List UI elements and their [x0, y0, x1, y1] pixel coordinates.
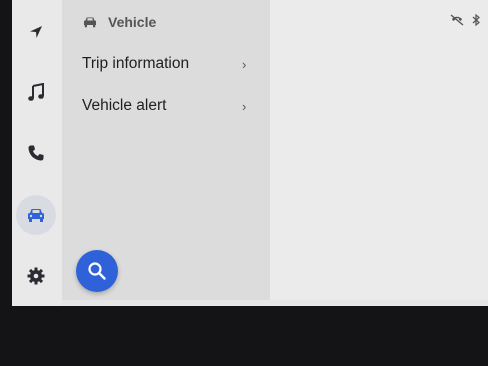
content-area: [270, 0, 488, 300]
search-button[interactable]: [76, 250, 118, 292]
chevron-right-icon: ›: [242, 56, 247, 72]
menu-item-trip-information[interactable]: Trip information ›: [62, 46, 270, 82]
status-bar: [450, 14, 480, 26]
menu-item-vehicle-alert[interactable]: Vehicle alert ›: [62, 88, 270, 124]
car-icon: [84, 17, 96, 28]
navigation-arrow-icon: [30, 26, 42, 38]
menu-item-label: Trip information: [82, 55, 190, 72]
menu-item-label: Vehicle alert: [82, 97, 167, 114]
nav-rail: [12, 0, 62, 306]
rail-navigation-button[interactable]: [16, 12, 56, 52]
no-phone-icon: [450, 14, 464, 26]
rail-media-button[interactable]: [16, 73, 56, 113]
music-note-icon: [28, 83, 44, 101]
rail-settings-button[interactable]: [16, 256, 56, 296]
car-icon: [28, 209, 44, 222]
gear-icon: [27, 267, 45, 285]
head-unit-screen: Vehicle Trip information › Vehicle alert…: [12, 0, 488, 306]
rail-phone-button[interactable]: [16, 133, 56, 173]
panel-title: Vehicle: [108, 14, 157, 30]
rail-vehicle-button[interactable]: [16, 195, 56, 235]
bluetooth-icon: [472, 14, 480, 26]
search-icon: [88, 262, 106, 280]
chevron-right-icon: ›: [242, 98, 247, 114]
phone-icon: [28, 145, 44, 161]
panel-header: Vehicle: [82, 12, 156, 32]
